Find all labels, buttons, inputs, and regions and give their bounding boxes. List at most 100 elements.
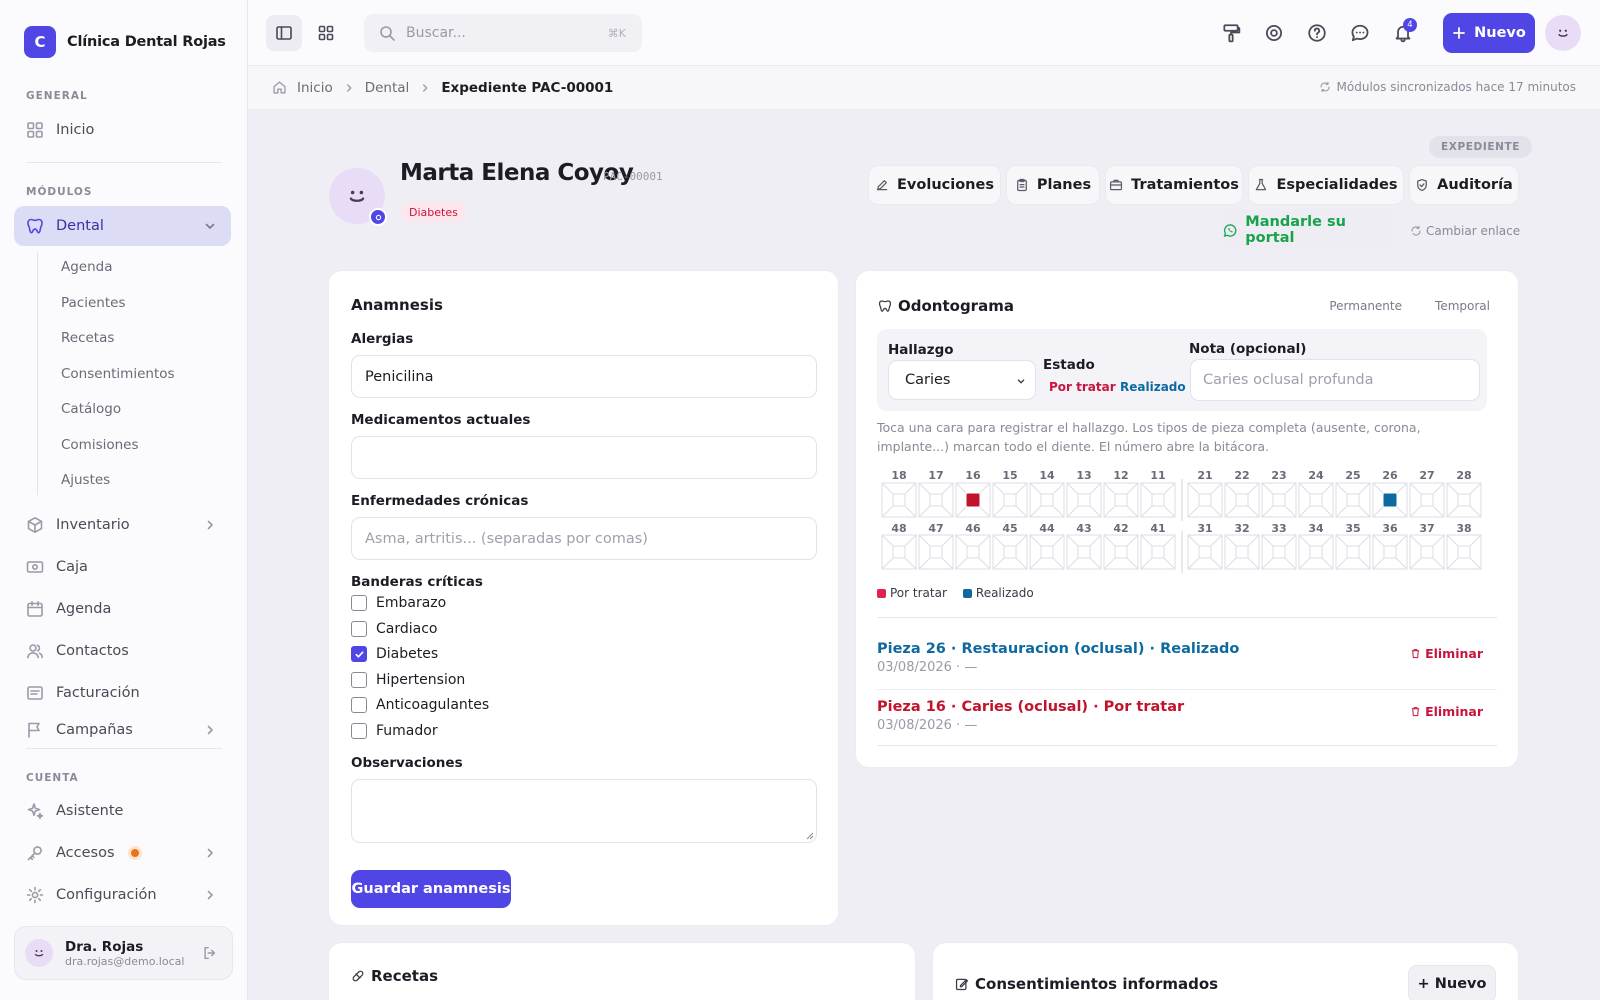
tooth-number[interactable]: 22 (1234, 469, 1249, 482)
sidebar-item-campanas[interactable]: Campañas (14, 716, 231, 738)
tooth-46[interactable] (955, 534, 991, 570)
tooth-27[interactable] (1409, 482, 1445, 518)
breadcrumb-section[interactable]: Dental (365, 80, 410, 96)
sidebar-item-dental[interactable]: Dental (14, 206, 231, 246)
cronicas-input[interactable]: Asma, artritis... (separadas por comas) (351, 517, 817, 560)
checkbox[interactable] (351, 722, 367, 739)
change-link-button[interactable]: Cambiar enlace (1410, 224, 1520, 238)
sidebar-item-accesos[interactable]: Accesos (14, 833, 231, 873)
flag-checkbox-anticoagulantes[interactable]: Anticoagulantes (351, 697, 489, 713)
flag-checkbox-cardiaco[interactable]: Cardiaco (351, 620, 437, 637)
send-portal-button[interactable]: Mandarle su portal (1223, 210, 1393, 250)
tooth-number[interactable]: 23 (1271, 469, 1286, 482)
tooth-number[interactable]: 11 (1150, 469, 1165, 482)
tooth-45[interactable] (992, 534, 1028, 570)
tooth-number[interactable]: 46 (965, 522, 981, 535)
tooth-42[interactable] (1103, 534, 1139, 570)
tooth-18[interactable] (881, 482, 917, 518)
sidebar-subitem-recetas[interactable]: Recetas (61, 330, 114, 346)
help-button[interactable] (1299, 15, 1335, 51)
tab-especialidades[interactable]: Especialidades (1248, 165, 1404, 205)
flag-checkbox-embarazo[interactable]: Embarazo (351, 595, 446, 611)
tooth-48[interactable] (881, 534, 917, 570)
tooth-13[interactable] (1066, 482, 1102, 518)
tooth-number[interactable]: 12 (1113, 469, 1128, 482)
sidebar-item-agenda[interactable]: Agenda (14, 589, 231, 629)
tooth-34[interactable] (1298, 534, 1334, 570)
tooth-37[interactable] (1409, 534, 1445, 570)
tooth-22[interactable] (1224, 482, 1260, 518)
notifications-button[interactable]: 4 (1385, 15, 1421, 51)
paint-button[interactable] (1213, 15, 1249, 51)
sidebar-subitem-consentimientos[interactable]: Consentimientos (61, 366, 175, 382)
tooth-number[interactable]: 37 (1419, 522, 1434, 535)
tooth-11[interactable] (1140, 482, 1176, 518)
tooth-number[interactable]: 38 (1456, 522, 1471, 535)
checkbox[interactable] (351, 595, 367, 611)
tooth-number[interactable]: 28 (1456, 469, 1471, 482)
tooth-number[interactable]: 14 (1039, 469, 1055, 482)
tooth-number[interactable]: 43 (1076, 522, 1091, 535)
flag-checkbox-diabetes[interactable]: Diabetes (351, 646, 438, 662)
checkbox[interactable] (351, 620, 367, 637)
tooth-number[interactable]: 44 (1039, 522, 1055, 535)
tooth-44[interactable] (1029, 534, 1065, 570)
tooth-33[interactable] (1261, 534, 1297, 570)
alergias-input[interactable]: Penicilina (351, 355, 817, 398)
chat-button[interactable] (1342, 15, 1378, 51)
search-input[interactable]: Buscar... ⌘K (364, 14, 642, 52)
tooth-35[interactable] (1335, 534, 1371, 570)
tooth-number[interactable]: 34 (1308, 522, 1324, 535)
sidebar-subitem-comisiones[interactable]: Comisiones (61, 437, 139, 453)
checkbox[interactable] (351, 697, 367, 713)
sidebar-item-configuracion[interactable]: Configuración (14, 875, 231, 915)
tooth-number[interactable]: 42 (1113, 522, 1128, 535)
tab-tratamientos[interactable]: Tratamientos (1105, 165, 1243, 205)
sidebar-item-contactos[interactable]: Contactos (14, 631, 231, 671)
tab-planes[interactable]: Planes (1006, 165, 1100, 205)
finding-entry[interactable]: Pieza 26 · Restauracion (oclusal) · Real… (877, 641, 1483, 675)
sidebar-subitem-pacientes[interactable]: Pacientes (61, 295, 125, 311)
sidebar-subitem-catalogo[interactable]: Catálogo (61, 401, 121, 417)
checkbox[interactable] (351, 646, 367, 662)
checkbox[interactable] (351, 671, 367, 688)
tooth-25[interactable] (1335, 482, 1371, 518)
tooth-number[interactable]: 41 (1150, 522, 1165, 535)
sidebar-subitem-ajustes[interactable]: Ajustes (61, 472, 110, 488)
tooth-38[interactable] (1446, 534, 1482, 570)
flag-checkbox-fumador[interactable]: Fumador (351, 722, 438, 739)
new-consent-button[interactable]: + Nuevo (1408, 965, 1496, 1000)
tooth-number[interactable]: 24 (1308, 469, 1324, 482)
sidebar-item-facturacion[interactable]: Facturación (14, 673, 231, 713)
tooth-number[interactable]: 18 (891, 469, 906, 482)
tooth-31[interactable] (1187, 534, 1223, 570)
settings-button[interactable] (1256, 15, 1292, 51)
tooth-number[interactable]: 15 (1002, 469, 1017, 482)
tooth-24[interactable] (1298, 482, 1334, 518)
tooth-47[interactable] (918, 534, 954, 570)
tooth-number[interactable]: 17 (928, 469, 943, 482)
observaciones-textarea[interactable] (351, 779, 817, 843)
tooth-number[interactable]: 36 (1382, 522, 1398, 535)
flag-checkbox-hipertension[interactable]: Hipertension (351, 671, 465, 688)
tooth-12[interactable] (1103, 482, 1139, 518)
tooth-41[interactable] (1140, 534, 1176, 570)
save-anamnesis-button[interactable]: Guardar anamnesis (351, 870, 511, 908)
tooth-36[interactable] (1372, 534, 1408, 570)
medicamentos-input[interactable] (351, 436, 817, 479)
tooth-number[interactable]: 48 (891, 522, 906, 535)
tooth-number[interactable]: 31 (1197, 522, 1212, 535)
tooth-number[interactable]: 27 (1419, 469, 1434, 482)
resize-handle-icon[interactable] (805, 831, 814, 840)
toggle-sidebar-button[interactable] (266, 15, 302, 51)
tooth-number[interactable]: 47 (928, 522, 943, 535)
tooth-number[interactable]: 32 (1234, 522, 1249, 535)
breadcrumb-home[interactable]: Inicio (297, 80, 333, 96)
sidebar-item-inventario[interactable]: Inventario (14, 505, 231, 545)
tooth-23[interactable] (1261, 482, 1297, 518)
camera-icon[interactable] (369, 208, 387, 226)
tooth-17[interactable] (918, 482, 954, 518)
tooth-14[interactable] (1029, 482, 1065, 518)
brand[interactable]: C Clínica Dental Rojas (24, 26, 226, 58)
logout-icon[interactable] (202, 945, 218, 961)
